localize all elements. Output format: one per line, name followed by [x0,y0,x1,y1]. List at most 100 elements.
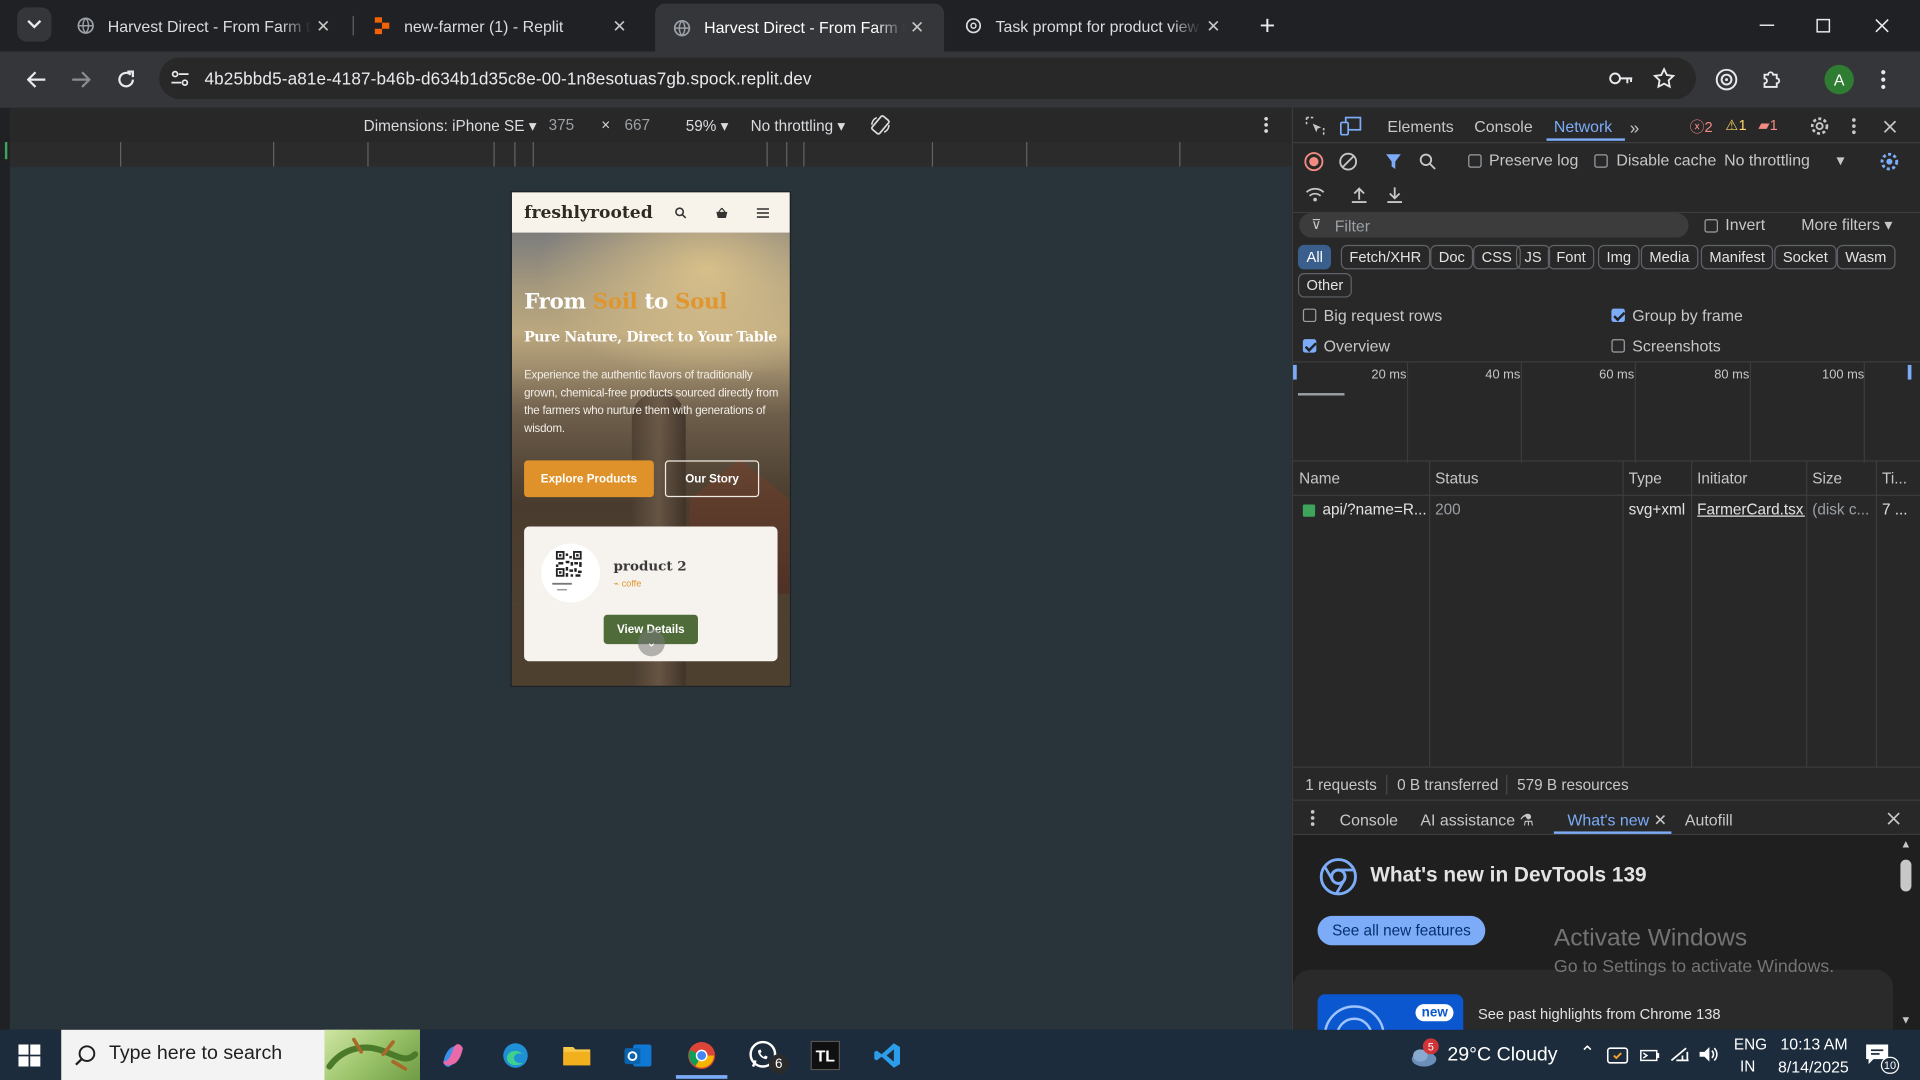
col-status[interactable]: Status [1435,470,1478,487]
screenshots-checkbox[interactable] [1611,339,1625,353]
col-initiator[interactable]: Initiator [1697,470,1747,487]
clear-icon[interactable] [1337,151,1359,173]
filter-icon[interactable] [1382,151,1404,173]
preserve-log-checkbox[interactable] [1468,154,1482,168]
show-hidden-icons[interactable]: ⌃ [1580,1042,1595,1064]
disable-cache-checkbox[interactable] [1594,154,1608,168]
profile-avatar[interactable]: A [1824,64,1854,95]
record-stop-icon[interactable] [1303,151,1325,173]
drawer-tab-whats-new[interactable]: What's new ✕ [1567,811,1667,831]
timeline-handle-left[interactable] [1293,364,1297,380]
close-drawer-icon[interactable] [1884,808,1901,828]
search-icon[interactable] [672,204,689,221]
reload-button[interactable] [109,62,143,96]
device-toggle-icon[interactable] [1338,115,1362,137]
drawer-tab-console[interactable]: Console [1340,811,1398,829]
chip-other[interactable]: Other [1297,273,1352,298]
close-tab-icon[interactable]: ✕ [1201,13,1225,37]
chip-font[interactable]: Font [1547,244,1595,270]
col-name[interactable]: Name [1299,470,1340,487]
settings-gear-icon[interactable] [1807,114,1831,138]
chip-doc[interactable]: Doc [1430,244,1474,270]
bookmark-star-icon[interactable] [1651,66,1678,90]
basket-icon[interactable] [713,204,730,221]
site-brand[interactable]: freshlyrooted [524,203,653,223]
chip-media[interactable]: Media [1640,244,1698,270]
chip-socket[interactable]: Socket [1774,244,1837,270]
close-window-button[interactable] [1864,10,1901,42]
hamburger-menu-icon[interactable] [754,204,771,221]
tab-elements[interactable]: Elements [1387,118,1453,136]
forward-button[interactable] [64,62,98,96]
device-toolbar-menu-icon[interactable] [1256,114,1276,136]
file-explorer-icon[interactable] [558,1037,595,1074]
chip-css[interactable]: CSS [1473,244,1521,270]
maximize-button[interactable] [1805,10,1842,42]
device-width-input[interactable]: 375 [549,116,575,133]
password-key-icon[interactable] [1608,66,1635,90]
drawer-tab-ai-assistance[interactable]: AI assistance ⚗ [1420,811,1533,831]
language-code[interactable]: ENG [1734,1036,1767,1053]
inspect-element-icon[interactable] [1303,115,1327,137]
tab-search-button[interactable] [17,7,52,42]
scroll-down-indicator[interactable]: ⌄ [637,629,665,657]
chip-fetch-xhr[interactable]: Fetch/XHR [1340,244,1430,270]
clock-date[interactable]: 8/14/2025 [1778,1058,1849,1076]
clock-time[interactable]: 10:13 AM [1780,1035,1847,1053]
drawer-scrollbar[interactable]: ▲ ▼ [1894,835,1920,1030]
our-story-button[interactable]: Our Story [664,460,760,498]
drawer-menu-icon[interactable] [1305,808,1320,828]
network-conditions-icon[interactable] [1303,184,1327,206]
export-har-icon[interactable] [1382,184,1406,206]
import-har-icon[interactable] [1347,184,1371,206]
more-tabs-icon[interactable]: » [1630,118,1640,138]
tab-network[interactable]: Network [1554,118,1612,136]
back-button[interactable] [20,62,54,96]
tab-replit[interactable]: new-farmer (1) - Replit ✕ [355,6,646,45]
big-request-rows-checkbox[interactable] [1302,308,1317,323]
devtools-menu-icon[interactable] [1844,114,1864,138]
extensions-puzzle-icon[interactable] [1757,65,1786,94]
device-height-input[interactable]: 667 [624,116,650,133]
language-region[interactable]: IN [1740,1058,1755,1075]
network-throttling-select[interactable]: No throttling ▾ [1724,151,1844,171]
tab-harvest-direct-1[interactable]: Harvest Direct - From Farm to T ✕ [59,6,350,45]
warning-count[interactable]: ⚠1 [1725,116,1746,133]
see-all-features-button[interactable]: See all new features [1317,915,1486,946]
invert-checkbox[interactable] [1704,219,1718,233]
chip-js[interactable]: JS [1515,244,1551,270]
error-count[interactable]: ⓧ2 [1690,116,1713,137]
col-time[interactable]: Ti... [1882,470,1907,487]
edge-browser-icon[interactable] [497,1037,534,1074]
chip-all[interactable]: All [1297,244,1332,270]
issues-count[interactable]: ▰1 [1758,116,1777,133]
chrome-menu-icon[interactable] [1871,65,1895,94]
battery-icon[interactable] [1640,1046,1664,1066]
close-devtools-icon[interactable] [1878,114,1900,138]
minimize-button[interactable] [1749,10,1786,42]
highlights-link[interactable]: See past highlights from Chrome 138 [1478,1005,1721,1022]
tab-task-prompt[interactable]: Task prompt for product view ✕ [947,6,1241,45]
zoom-select[interactable]: 59% ▾ [686,116,729,135]
overview-checkbox[interactable] [1302,339,1317,353]
close-tab-icon[interactable]: ✕ [607,13,631,37]
tab-harvest-direct-active[interactable]: Harvest Direct - From Farm to T ✕ [655,3,945,52]
new-tab-button[interactable]: + [1251,10,1283,42]
extension-radar-icon[interactable] [1712,65,1741,94]
request-initiator-link[interactable]: FarmerCard.tsx:2 [1697,501,1805,518]
col-type[interactable]: Type [1629,470,1662,487]
chip-wasm[interactable]: Wasm [1836,244,1895,270]
explore-products-button[interactable]: Explore Products [524,460,654,498]
network-settings-icon[interactable] [1877,149,1901,173]
taskbar-search-box[interactable]: Type here to search [61,1029,421,1080]
search-icon[interactable] [1417,151,1439,173]
windows-start-icon[interactable] [12,1040,46,1072]
wifi-icon[interactable] [1669,1046,1693,1066]
close-tab-icon[interactable]: ✕ [905,15,929,39]
outlook-icon[interactable] [620,1037,657,1074]
drawer-tab-autofill[interactable]: Autofill [1685,811,1733,829]
filter-input[interactable]: ⊽ Filter [1299,213,1689,238]
timeline-handle-right[interactable] [1907,364,1912,380]
col-size[interactable]: Size [1812,470,1842,487]
chip-img[interactable]: Img [1597,244,1640,270]
